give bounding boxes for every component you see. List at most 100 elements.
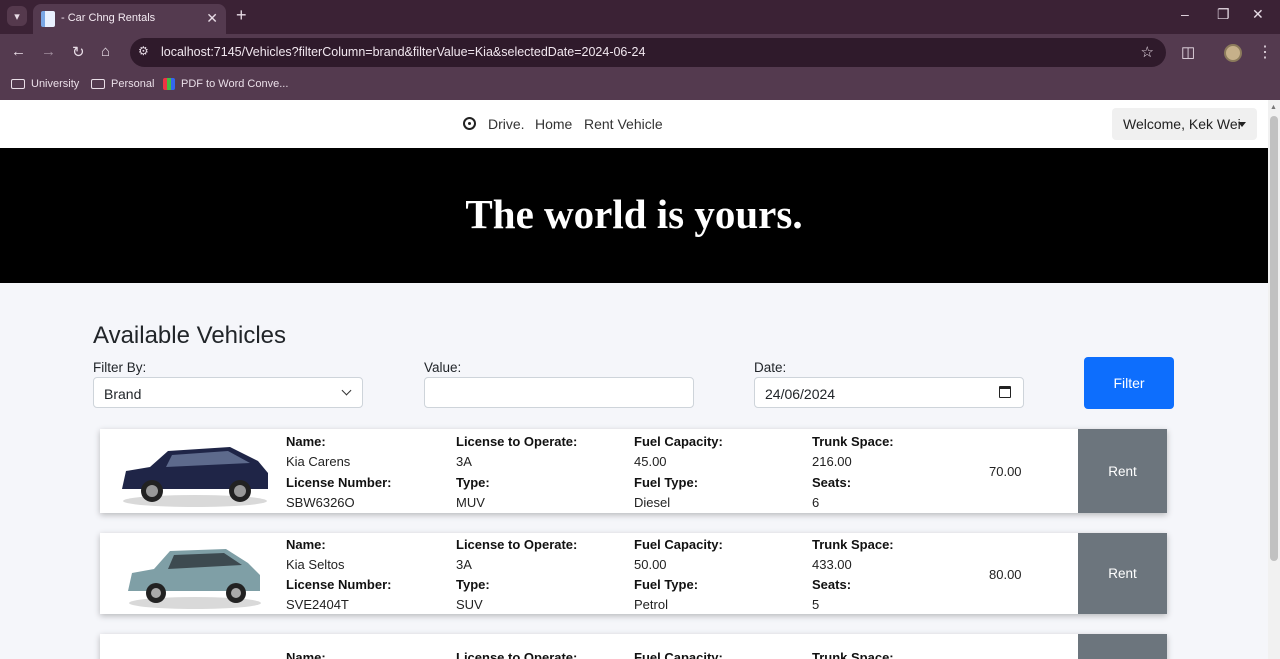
trunk-space-label: Trunk Space: (812, 434, 894, 449)
folder-icon (11, 79, 25, 89)
address-bar[interactable]: ⚙ localhost:7145/Vehicles?filterColumn=b… (130, 38, 1166, 67)
seats-label: Seats: (812, 475, 852, 490)
filter-by-value: Brand (104, 386, 142, 402)
minimize-icon[interactable]: – (1181, 6, 1189, 22)
filter-by-select[interactable]: Brand (93, 377, 363, 408)
browser-tabstrip: ▾ - Car Chng Rentals ✕ + – ❐ ✕ (0, 0, 1280, 34)
browser-tab[interactable]: - Car Chng Rentals ✕ (33, 4, 226, 34)
forward-icon[interactable]: → (41, 43, 56, 60)
type-label: Type: (456, 577, 490, 592)
vehicle-image-kia-seltos (128, 549, 261, 609)
fuel-type: Petrol (634, 597, 668, 612)
trunk-space: 216.00 (812, 454, 852, 469)
vehicle-type: MUV (456, 495, 485, 510)
fuel-capacity-label: Fuel Capacity: (634, 650, 723, 659)
nav-rent-vehicle[interactable]: Rent Vehicle (584, 116, 663, 132)
tab-search-button[interactable]: ▾ (7, 6, 27, 26)
scroll-up-icon[interactable]: ▲ (1270, 104, 1277, 111)
license-number-label: License Number: (286, 577, 392, 592)
page-viewport: Drive. Home Rent Vehicle Welcome, Kek We… (0, 100, 1268, 659)
trunk-space-label: Trunk Space: (812, 650, 894, 659)
restore-icon[interactable]: ❐ (1217, 6, 1230, 23)
tab-title: - Car Chng Rentals (61, 12, 156, 24)
vehicle-card: Name: Kia Carens License Number: SBW6326… (100, 429, 1167, 513)
date-input[interactable]: 24/06/2024 (754, 377, 1024, 408)
url-text[interactable]: localhost:7145/Vehicles?filterColumn=bra… (161, 45, 645, 59)
vehicle-card: Name: Kia Seltos License Number: SVE2404… (100, 533, 1167, 614)
bookmarks-bar: University Personal PDF to Word Conve... (0, 72, 1280, 100)
value-label: Value: (424, 360, 462, 375)
license-number: SVE2404T (286, 597, 349, 612)
vehicle-name: Kia Carens (286, 454, 351, 469)
rental-price: 80.00 (989, 567, 1022, 582)
browser-menu-icon[interactable]: ⋮ (1257, 42, 1273, 62)
name-label: Name: (286, 537, 326, 552)
bookmark-star-icon[interactable]: ☆ (1141, 43, 1154, 61)
profile-avatar[interactable] (1224, 44, 1242, 62)
license-number-label: License Number: (286, 475, 392, 490)
vehicle-name: Kia Seltos (286, 557, 345, 572)
value-input[interactable] (424, 377, 694, 408)
filter-button[interactable]: Filter (1084, 357, 1174, 409)
bookmark-university[interactable]: University (11, 78, 79, 90)
rent-button[interactable] (1078, 634, 1167, 659)
page-title: Available Vehicles (93, 322, 287, 349)
name-label: Name: (286, 650, 326, 659)
fuel-capacity: 45.00 (634, 454, 667, 469)
hero-banner: The world is yours. (0, 148, 1268, 283)
rental-price: 70.00 (989, 464, 1022, 479)
extensions-icon[interactable]: ◫ (1181, 43, 1195, 61)
back-icon[interactable]: ← (11, 43, 26, 60)
site-info-icon[interactable]: ⚙ (138, 44, 149, 58)
browser-toolbar: ← → ↻ ⌂ ⚙ localhost:7145/Vehicles?filter… (0, 34, 1280, 72)
license-to-operate: 3A (456, 557, 472, 572)
date-value: 24/06/2024 (765, 386, 836, 402)
welcome-text: Welcome, Kek Wei (1123, 116, 1241, 132)
new-tab-icon[interactable]: + (236, 5, 247, 26)
date-label: Date: (754, 360, 787, 375)
close-tab-icon[interactable]: ✕ (206, 10, 218, 27)
trunk-space-label: Trunk Space: (812, 537, 894, 552)
chevron-down-icon (341, 385, 352, 396)
fuel-capacity-label: Fuel Capacity: (634, 537, 723, 552)
page-favicon-icon (41, 11, 55, 27)
license-to-operate-label: License to Operate: (456, 650, 578, 659)
license-to-operate-label: License to Operate: (456, 537, 578, 552)
vehicle-image-kia-carens (122, 447, 268, 507)
fuel-type-label: Fuel Type: (634, 577, 699, 592)
type-label: Type: (456, 475, 490, 490)
license-to-operate: 3A (456, 454, 472, 469)
nav-home[interactable]: Home (535, 116, 572, 132)
rent-button[interactable]: Rent (1078, 533, 1167, 614)
site-navbar: Drive. Home Rent Vehicle Welcome, Kek We… (0, 100, 1268, 148)
seats: 5 (812, 597, 820, 612)
fuel-type: Diesel (634, 495, 671, 510)
license-to-operate-label: License to Operate: (456, 434, 578, 449)
brand-link[interactable]: Drive. (488, 116, 525, 132)
license-number: SBW6326O (286, 495, 355, 510)
seats-label: Seats: (812, 577, 852, 592)
page-scrollbar[interactable]: ▲ (1268, 100, 1280, 659)
fuel-capacity-label: Fuel Capacity: (634, 434, 723, 449)
close-window-icon[interactable]: ✕ (1252, 6, 1264, 23)
user-dropdown[interactable]: Welcome, Kek Wei (1112, 108, 1257, 140)
bookmark-personal[interactable]: Personal (91, 78, 154, 90)
reload-icon[interactable]: ↻ (72, 43, 85, 61)
vehicle-card: Name: License to Operate: Fuel Capacity:… (100, 634, 1167, 659)
steering-wheel-icon (463, 117, 476, 130)
seats: 6 (812, 495, 820, 510)
home-icon[interactable]: ⌂ (101, 43, 110, 60)
rent-button[interactable]: Rent (1078, 429, 1167, 513)
fuel-type-label: Fuel Type: (634, 475, 699, 490)
hero-heading: The world is yours. (465, 191, 803, 237)
scrollbar-thumb[interactable] (1270, 116, 1278, 561)
caret-down-icon (1238, 122, 1246, 127)
fuel-capacity: 50.00 (634, 557, 667, 572)
folder-icon (91, 79, 105, 89)
trunk-space: 433.00 (812, 557, 852, 572)
calendar-icon[interactable] (999, 386, 1011, 398)
pdf-converter-icon (163, 78, 175, 90)
vehicle-type: SUV (456, 597, 483, 612)
bookmark-pdf-to-word[interactable]: PDF to Word Conve... (163, 78, 288, 90)
name-label: Name: (286, 434, 326, 449)
